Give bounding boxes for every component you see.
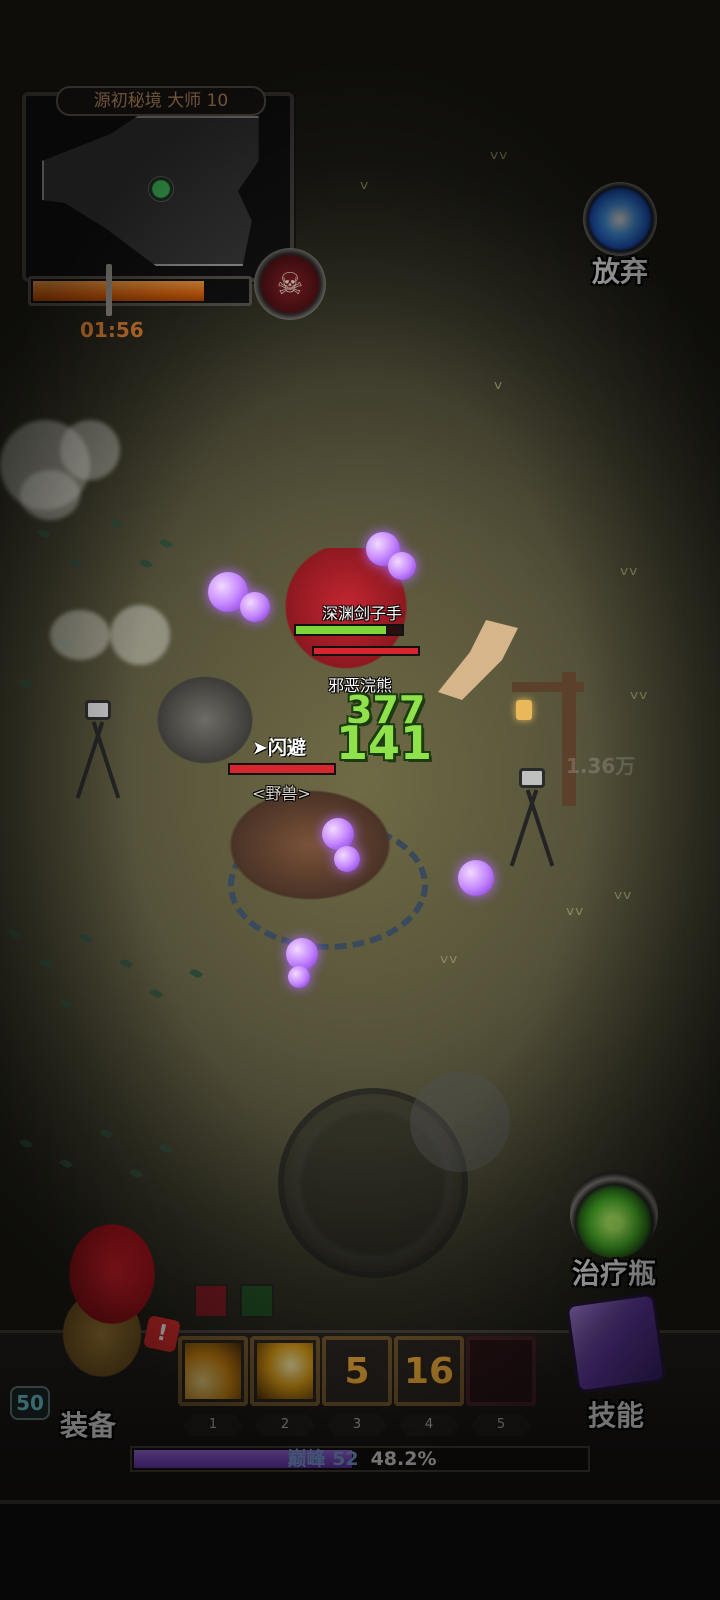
game-scene[interactable]: ᵥᵥ ᵥᵥ ᵥᵥ ᵥᵥ ᵥᵥ ᵥ ᵥ ᵥᵥ 源初秘境 大师 10 01:56 ☠… <box>0 0 720 1600</box>
experience-bar: 巅峰 52 48.2% <box>130 1446 590 1472</box>
experience-text: 巅峰 52 48.2% <box>132 1448 592 1470</box>
alert-badge: ! <box>143 1315 181 1353</box>
peak-rank: 巅峰 52 <box>287 1448 359 1470</box>
enemy-name-abyss-executioner: 深渊剑子手 <box>322 604 403 623</box>
joystick-knob[interactable] <box>410 1072 510 1172</box>
enemy-hp-bar-beast <box>228 763 336 775</box>
minimap[interactable] <box>22 92 294 282</box>
hooded-wolf-sprite[interactable] <box>150 670 260 770</box>
slash-icon <box>185 1343 241 1399</box>
abandon-button[interactable]: 放弃 <box>578 182 662 288</box>
experience-percent: 48.2% <box>370 1448 437 1470</box>
damage-number-2: 141 <box>336 716 433 770</box>
skill-slot-5[interactable] <box>466 1336 536 1406</box>
potion-icon <box>570 1170 658 1258</box>
slot-number-5: 5 <box>471 1414 531 1436</box>
bottom-frame <box>0 1500 720 1600</box>
dodge-indicator: ➤闪避 <box>252 737 306 759</box>
hero-portrait[interactable] <box>22 1214 182 1404</box>
buff-icon-green <box>240 1284 274 1318</box>
skills-label: 技能 <box>587 1399 644 1432</box>
stage-timer: 01:56 <box>80 318 144 342</box>
enemy-hp-fill <box>230 765 334 773</box>
spellbook-icon <box>565 1292 667 1394</box>
burst-icon <box>257 1343 313 1399</box>
skill-slot-1[interactable] <box>178 1336 248 1406</box>
healing-potion-button[interactable]: 治疗瓶 <box>562 1170 666 1290</box>
boss-skull-icon: ☠ <box>254 248 326 320</box>
dungeon-title: 源初秘境 大师 10 <box>56 86 266 116</box>
spiked-mace-sprite <box>438 620 518 700</box>
skills-button[interactable]: 技能 <box>556 1292 676 1448</box>
progress-marker <box>106 264 112 316</box>
equipment-button[interactable]: 装备 <box>60 1404 116 1444</box>
skill-slot-2[interactable] <box>250 1336 320 1406</box>
buff-icon-red <box>194 1284 228 1318</box>
slot-number-3: 3 <box>327 1414 387 1436</box>
lamp-post <box>512 672 592 812</box>
faded-damage-value: 1.36万 <box>566 754 636 778</box>
player-location-marker <box>148 176 174 202</box>
potion-label: 治疗瓶 <box>571 1257 656 1290</box>
stage-progress-bar <box>28 276 252 306</box>
enemy-hp-bar-secondary <box>312 646 420 656</box>
enemy-hp-bar-abyss-executioner <box>294 624 404 636</box>
skill-slot-4[interactable]: 16 <box>394 1336 464 1406</box>
stage-progress-fill <box>33 281 205 301</box>
slot-number-4: 4 <box>399 1414 459 1436</box>
slot-number-2: 2 <box>255 1414 315 1436</box>
slot-number-1: 1 <box>183 1414 243 1436</box>
enemy-hp-fill <box>296 626 387 634</box>
skill-slot-3[interactable]: 5 <box>322 1336 392 1406</box>
hero-level-badge: 50 <box>10 1386 50 1420</box>
abandon-label: 放弃 <box>591 255 648 288</box>
enemy-type-beast: <野兽> <box>252 784 311 803</box>
portal-icon <box>583 182 657 256</box>
brazier-stand-left <box>75 700 121 800</box>
